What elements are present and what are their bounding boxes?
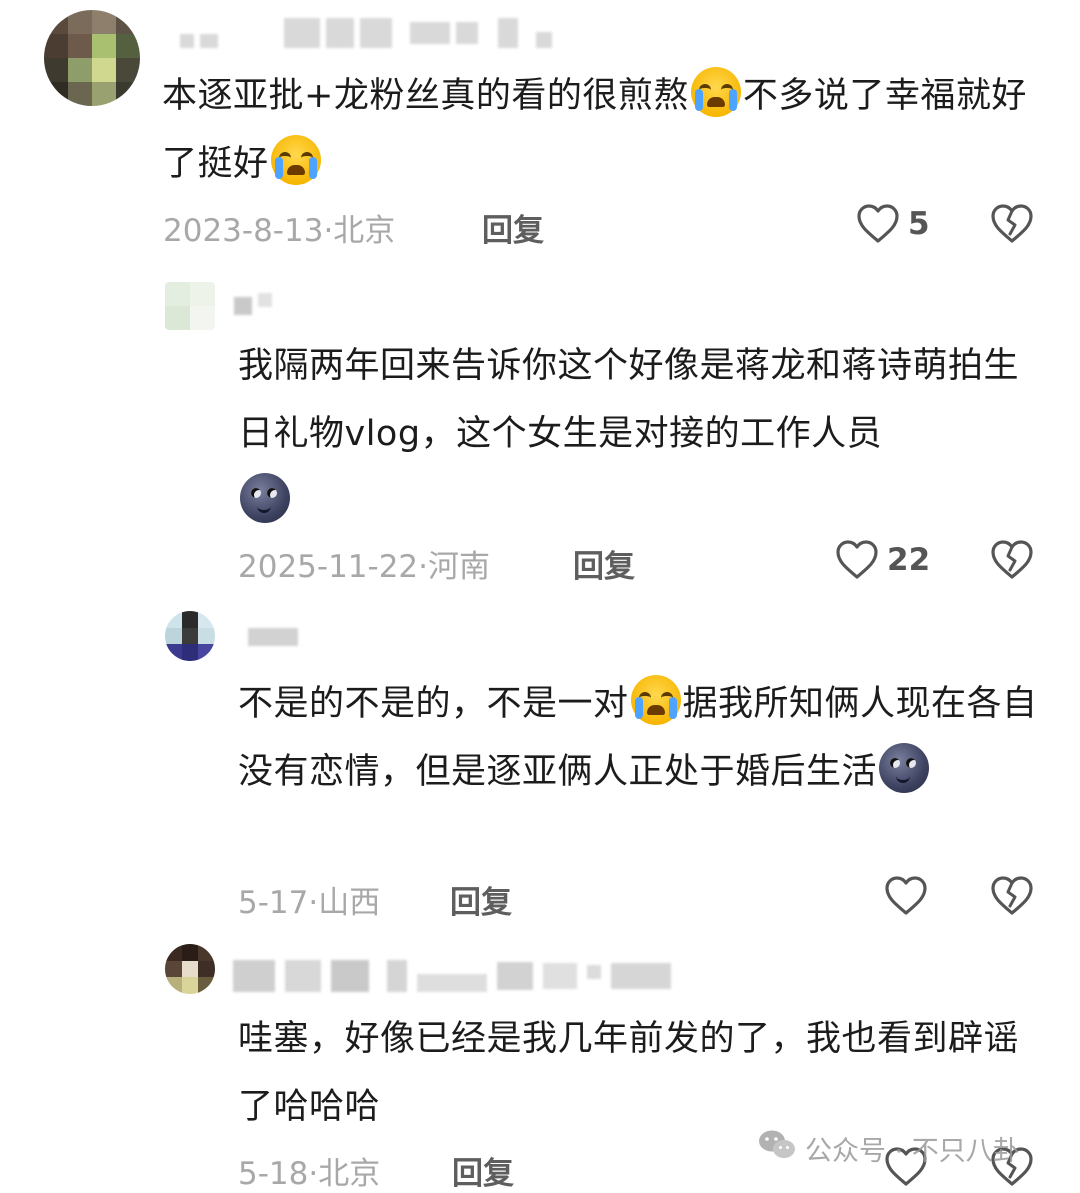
watermark: 公众号 · 不只八卦 (757, 1128, 1020, 1169)
watermark-label: 公众号 · 不只八卦 (805, 1136, 1020, 1167)
dislike-button[interactable] (990, 204, 1034, 244)
reply-button[interactable]: 回复 (450, 877, 512, 922)
dislike-button[interactable] (990, 876, 1034, 916)
comment-date: 2025-11-22 (238, 549, 419, 585)
reply-button[interactable]: 回复 (482, 205, 544, 250)
comment-meta: 2023-8-13·北京 (163, 205, 395, 250)
avatar[interactable] (165, 611, 215, 661)
new-moon-face-icon (879, 743, 930, 793)
comment-date: 2023-8-13 (163, 213, 324, 249)
comment-meta: 5-18·北京 (238, 1148, 380, 1193)
broken-heart-icon (990, 540, 1034, 580)
like-count: 5 (908, 206, 930, 242)
meta-separator: · (308, 885, 319, 921)
loudly-crying-face-icon (690, 67, 741, 117)
comment-text: 不是的不是的，不是一对 据我所知俩人现在各自没有恋情，但是逐亚俩人正处于婚后生活 (238, 670, 1038, 806)
like-button[interactable]: 22 (835, 540, 930, 580)
avatar[interactable] (44, 10, 140, 106)
comment-meta: 2025-11-22·河南 (238, 541, 490, 586)
new-moon-face-icon (240, 473, 290, 523)
comment-text: 本逐亚批+龙粉丝真的看的很煎熬 不多说了幸福就好了挺好 (162, 62, 1042, 198)
comment-text: 我隔两年回来告诉你这个好像是蒋龙和蒋诗萌拍生日礼物vlog，这个女生是对接的工作… (238, 332, 1038, 536)
heart-outline-icon (856, 204, 900, 244)
comment-date: 5-17 (238, 885, 309, 921)
comment-location: 北京 (318, 1156, 381, 1192)
reply-button[interactable]: 回复 (452, 1148, 514, 1193)
username-blurred[interactable] (180, 18, 552, 48)
comment-text-part: 不是的不是的，不是一对 (238, 684, 629, 724)
like-button[interactable]: 5 (856, 204, 930, 244)
comment-location: 河南 (428, 549, 491, 585)
wechat-icon (757, 1128, 797, 1169)
username-blurred[interactable] (234, 285, 272, 315)
comment-meta: 5-17·山西 (238, 877, 380, 922)
username-blurred[interactable] (233, 960, 671, 992)
comment-text-part: 我隔两年回来告诉你这个好像是蒋龙和蒋诗萌拍生日礼物vlog，这个女生是对接的工作… (238, 346, 1020, 454)
meta-separator: · (308, 1156, 319, 1192)
username-blurred[interactable] (248, 628, 298, 646)
comment-text-part: 哇塞，好像已经是我几年前发的了，我也看到辟谣了哈哈哈 (238, 1019, 1020, 1127)
reply-button[interactable]: 回复 (573, 541, 635, 586)
heart-outline-icon (835, 540, 879, 580)
comment-location: 北京 (333, 213, 396, 249)
avatar[interactable] (165, 944, 215, 994)
like-count: 22 (887, 542, 931, 578)
meta-separator: · (418, 549, 429, 585)
comment-text-part: 本逐亚批+龙粉丝真的看的很煎熬 (162, 76, 689, 116)
avatar[interactable] (165, 282, 215, 330)
broken-heart-icon (990, 876, 1034, 916)
like-button[interactable] (884, 876, 928, 916)
comment-location: 山西 (318, 885, 381, 921)
comment-date: 5-18 (238, 1156, 309, 1192)
dislike-button[interactable] (990, 540, 1034, 580)
loudly-crying-face-icon (270, 135, 321, 185)
broken-heart-icon (990, 204, 1034, 244)
meta-separator: · (323, 213, 334, 249)
loudly-crying-face-icon (630, 675, 681, 725)
comment-text: 哇塞，好像已经是我几年前发的了，我也看到辟谣了哈哈哈 (238, 1005, 1038, 1141)
heart-outline-icon (884, 876, 928, 916)
